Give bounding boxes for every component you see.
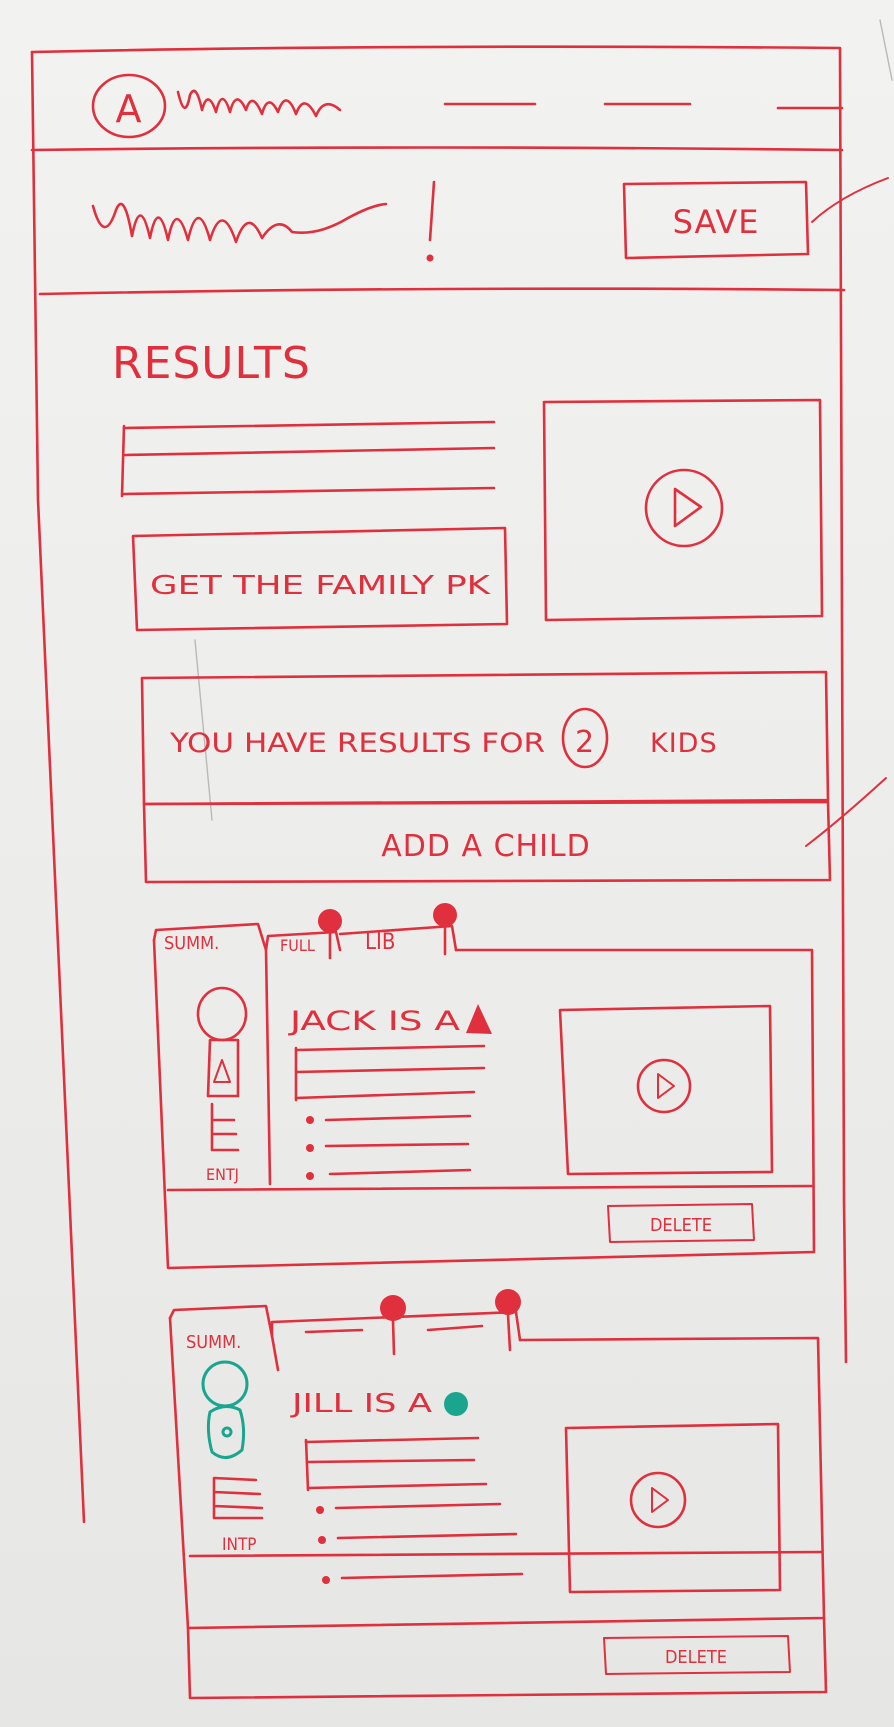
play-icon[interactable] — [673, 487, 703, 528]
play-icon[interactable] — [651, 1487, 669, 1513]
exclamation-dot — [426, 254, 434, 262]
delete-button[interactable]: DELETE — [603, 1635, 791, 1675]
triangle-shape-icon — [466, 1004, 492, 1034]
description-lines — [294, 1044, 486, 1102]
get-family-pack-label: GET THE FAMILY PK — [150, 571, 491, 601]
annotation-arrow — [811, 177, 889, 223]
tab-summary[interactable]: SUMM. — [168, 1304, 280, 1372]
personality-dot-icon — [221, 1426, 233, 1438]
delete-button-label: DELETE — [665, 1647, 727, 1668]
child-card: SUMM. INTP JILL IS A DELETE — [168, 1289, 826, 1675]
page-header: SAVE — [91, 177, 889, 262]
bullet-list — [316, 1502, 524, 1584]
page-title-squiggle — [91, 202, 388, 244]
child-video[interactable] — [558, 1004, 774, 1176]
delete-button-label: DELETE — [650, 1215, 712, 1236]
board-smudge — [879, 19, 893, 81]
type-glyph-icon — [210, 1102, 240, 1152]
description-lines — [304, 1436, 488, 1492]
logo-letter: A — [116, 87, 143, 131]
play-circle-icon — [629, 1471, 687, 1529]
circle-shape-icon — [444, 1392, 468, 1416]
child-video[interactable] — [564, 1422, 782, 1594]
logo[interactable]: A — [91, 73, 167, 139]
play-circle-icon — [636, 1058, 692, 1114]
get-family-pack-button[interactable]: GET THE FAMILY PK — [131, 526, 509, 632]
play-circle-icon — [644, 468, 724, 548]
phone-frame-bottom — [186, 1616, 828, 1700]
delete-button[interactable]: DELETE — [607, 1203, 755, 1243]
save-button[interactable]: SAVE — [622, 180, 810, 260]
kid-count: 2 — [575, 725, 595, 760]
notification-pin-icon — [380, 1295, 406, 1356]
type-glyph-icon — [212, 1476, 264, 1520]
child-card: SUMM. FULL LIB ENTJ JACK IS A DELETE — [152, 903, 816, 1270]
child-headline: JILL IS A — [289, 1389, 432, 1419]
add-child-button[interactable]: ADD A CHILD — [142, 800, 832, 884]
personality-type: ENTJ — [206, 1165, 239, 1184]
tab-full-label: FULL — [280, 936, 315, 955]
personality-type: INTP — [222, 1535, 257, 1555]
tab-summary-label: SUMM. — [186, 1332, 241, 1353]
save-button-label: SAVE — [673, 203, 760, 241]
whiteboard-wireframe: A SAVE RESULTS GET THE FAMILY PK YOU HAV… — [30, 19, 893, 1700]
kids-summary-box: YOU HAVE RESULTS FOR 2 KIDS — [140, 670, 830, 806]
results-heading: RESULTS — [112, 338, 311, 389]
top-nav: A — [91, 73, 844, 139]
tab-summary-label: SUMM. — [164, 933, 219, 954]
tab-placeholder[interactable] — [304, 1328, 364, 1334]
intro-text-lines — [120, 420, 496, 498]
tab-lib-label: LIB — [365, 930, 395, 955]
child-headline: JACK IS A — [287, 1006, 461, 1037]
child-avatar — [196, 986, 248, 1098]
results-video[interactable] — [542, 398, 824, 622]
app-name-squiggle — [176, 89, 342, 118]
personality-triangle-icon — [213, 1059, 231, 1083]
kids-summary-prefix: YOU HAVE RESULTS FOR — [169, 728, 545, 759]
exclamation-mark — [428, 180, 436, 242]
tab-placeholder[interactable] — [426, 1324, 484, 1332]
tab-lib[interactable]: LIB — [338, 924, 458, 955]
annotation-arrow — [805, 777, 887, 847]
bullet-list — [306, 1114, 472, 1180]
kids-summary-suffix: KIDS — [650, 728, 718, 759]
add-child-label: ADD A CHILD — [381, 829, 591, 864]
phone-frame — [30, 45, 848, 1524]
play-icon[interactable] — [657, 1073, 675, 1099]
child-avatar — [201, 1360, 249, 1459]
